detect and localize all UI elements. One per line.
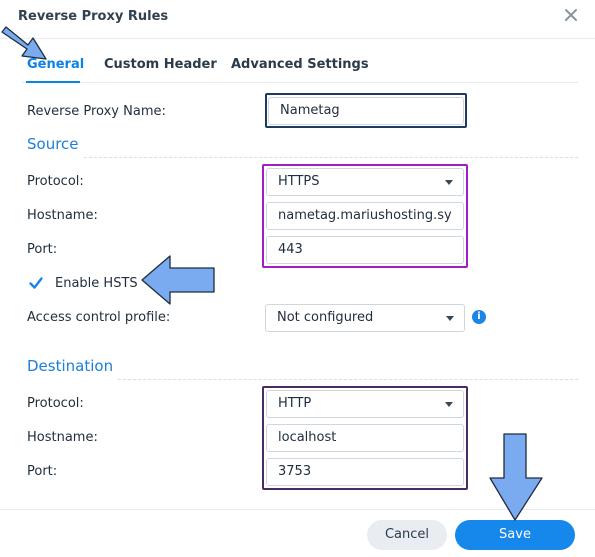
proxy-name-input[interactable]: Nametag	[268, 97, 464, 125]
source-protocol-select[interactable]: HTTPS	[266, 168, 464, 196]
active-tab-indicator	[26, 81, 80, 83]
destination-port-input[interactable]: 3753	[266, 458, 464, 486]
header-divider	[0, 38, 595, 39]
source-hostname-label: Hostname:	[27, 208, 98, 223]
hsts-label: Enable HSTS	[55, 276, 138, 291]
acp-label: Access control profile:	[27, 310, 171, 325]
chevron-down-icon	[446, 316, 454, 321]
arrow-icon	[489, 433, 543, 521]
source-protocol-label: Protocol:	[27, 174, 84, 189]
destination-hostname-label: Hostname:	[27, 430, 98, 445]
hsts-checkbox[interactable]	[27, 274, 45, 292]
destination-heading: Destination	[27, 357, 114, 375]
chevron-down-icon	[445, 402, 453, 407]
dialog-title: Reverse Proxy Rules	[18, 9, 169, 24]
destination-protocol-label: Protocol:	[27, 396, 84, 411]
tab-custom-header[interactable]: Custom Header	[104, 57, 217, 72]
destination-protocol-select[interactable]: HTTP	[266, 390, 464, 418]
source-port-input[interactable]: 443	[266, 236, 464, 264]
acp-select[interactable]: Not configured	[265, 304, 465, 332]
arrow-icon	[141, 255, 215, 305]
tab-advanced-settings[interactable]: Advanced Settings	[231, 57, 369, 72]
source-hostname-input[interactable]: nametag.mariushosting.sy	[266, 202, 464, 230]
close-icon[interactable]	[564, 8, 578, 22]
cancel-button[interactable]: Cancel	[367, 520, 447, 550]
arrow-icon	[1, 26, 47, 60]
source-divider	[84, 157, 578, 158]
destination-divider	[118, 379, 578, 380]
destination-hostname-input[interactable]: localhost	[266, 424, 464, 452]
name-label: Reverse Proxy Name:	[27, 104, 166, 119]
destination-port-label: Port:	[27, 464, 58, 479]
tabs-divider	[22, 82, 578, 83]
save-button[interactable]: Save	[455, 520, 575, 550]
chevron-down-icon	[445, 180, 453, 185]
info-icon[interactable]: i	[472, 310, 486, 324]
source-port-label: Port:	[27, 242, 58, 257]
source-heading: Source	[27, 135, 79, 153]
